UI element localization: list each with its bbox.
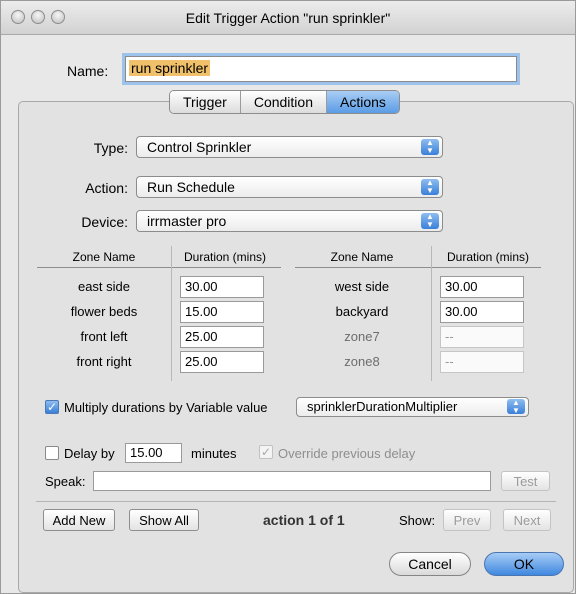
name-input-value: run sprinkler [129, 60, 211, 76]
action-count-status: action 1 of 1 [263, 512, 345, 528]
zone-name-cell: front left [80, 329, 128, 344]
prev-button[interactable]: Prev [443, 509, 491, 531]
delay-label: Delay by [64, 446, 115, 461]
type-value: Control Sprinkler [147, 139, 252, 155]
duration-header-right: Duration (mins) [446, 250, 530, 264]
tab-trigger[interactable]: Trigger [170, 91, 241, 113]
multiply-label: Multiply durations by Variable value [64, 400, 268, 415]
edit-trigger-action-window: Edit Trigger Action "run sprinkler" Name… [0, 0, 576, 594]
action-popup[interactable]: Run Schedule ▲ ▼ [136, 176, 443, 198]
zone-name-cell: west side [334, 279, 390, 294]
speak-input[interactable] [93, 471, 491, 491]
zone-name-cell: flower beds [70, 304, 138, 319]
device-label: Device: [81, 214, 128, 230]
zone-name-cell: zone8 [344, 354, 380, 369]
type-label: Type: [93, 140, 128, 156]
speak-label: Speak: [45, 474, 86, 489]
delay-unit-label: minutes [191, 446, 237, 461]
window-title: Edit Trigger Action "run sprinkler" [185, 10, 391, 26]
zone-duration-input[interactable]: 15.00 [180, 301, 264, 323]
show-label: Show: [399, 513, 436, 528]
zone-header-divider-left [37, 267, 281, 268]
action-label: Action: [85, 180, 128, 196]
device-popup[interactable]: irrmaster pro ▲ ▼ [136, 210, 443, 232]
cancel-button[interactable]: Cancel [389, 552, 471, 576]
title-bar[interactable]: Edit Trigger Action "run sprinkler" [1, 1, 575, 35]
footer-separator [36, 501, 556, 502]
zone-duration-input[interactable]: 30.00 [180, 276, 264, 298]
tab-condition[interactable]: Condition [240, 91, 327, 113]
zone-name-header-left: Zone Name [72, 250, 136, 264]
updown-arrows-icon: ▲ ▼ [421, 139, 439, 155]
zone-duration-input[interactable]: 25.00 [180, 326, 264, 348]
zone-header-divider-right [295, 267, 541, 268]
name-input[interactable]: run sprinkler [125, 56, 517, 82]
updown-arrows-icon: ▲ ▼ [421, 179, 439, 195]
checkmark-icon: ✓ [260, 445, 272, 459]
zone-name-cell: front right [76, 354, 132, 369]
override-delay-checkbox: ✓ [259, 445, 273, 459]
show-all-button[interactable]: Show All [129, 509, 199, 531]
checkmark-icon: ✓ [46, 400, 58, 414]
zone-name-header-right: Zone Name [330, 250, 394, 264]
updown-arrows-icon: ▲ ▼ [421, 213, 439, 229]
delay-checkbox[interactable] [45, 446, 59, 460]
ok-button[interactable]: OK [484, 552, 564, 576]
delay-input[interactable]: 15.00 [125, 443, 182, 463]
multiply-checkbox[interactable]: ✓ [45, 400, 59, 414]
tab-bar: Trigger Condition Actions [169, 90, 400, 114]
override-delay-label: Override previous delay [278, 446, 416, 461]
updown-arrows-icon: ▲ ▼ [507, 399, 525, 415]
type-popup[interactable]: Control Sprinkler ▲ ▼ [136, 136, 443, 158]
add-new-button[interactable]: Add New [43, 509, 115, 531]
zone-name-cell: zone7 [344, 329, 380, 344]
zone-duration-input[interactable]: 30.00 [440, 301, 524, 323]
zone-column-divider-right [431, 246, 432, 381]
zone-name-cell: east side [77, 279, 131, 294]
duration-header-left: Duration (mins) [183, 250, 267, 264]
zone-column-divider-left [171, 246, 172, 381]
variable-value: sprinklerDurationMultiplier [307, 399, 458, 414]
tab-actions[interactable]: Actions [326, 91, 399, 113]
name-label: Name: [67, 63, 109, 79]
zone-name-cell: backyard [335, 304, 389, 319]
device-value: irrmaster pro [147, 213, 227, 229]
zone-duration-input[interactable]: 25.00 [180, 351, 264, 373]
action-value: Run Schedule [147, 179, 235, 195]
zone-duration-input: -- [440, 351, 524, 373]
test-button[interactable]: Test [501, 471, 550, 491]
zone-duration-input: -- [440, 326, 524, 348]
variable-popup[interactable]: sprinklerDurationMultiplier ▲ ▼ [296, 397, 529, 417]
next-button[interactable]: Next [503, 509, 551, 531]
zone-duration-input[interactable]: 30.00 [440, 276, 524, 298]
